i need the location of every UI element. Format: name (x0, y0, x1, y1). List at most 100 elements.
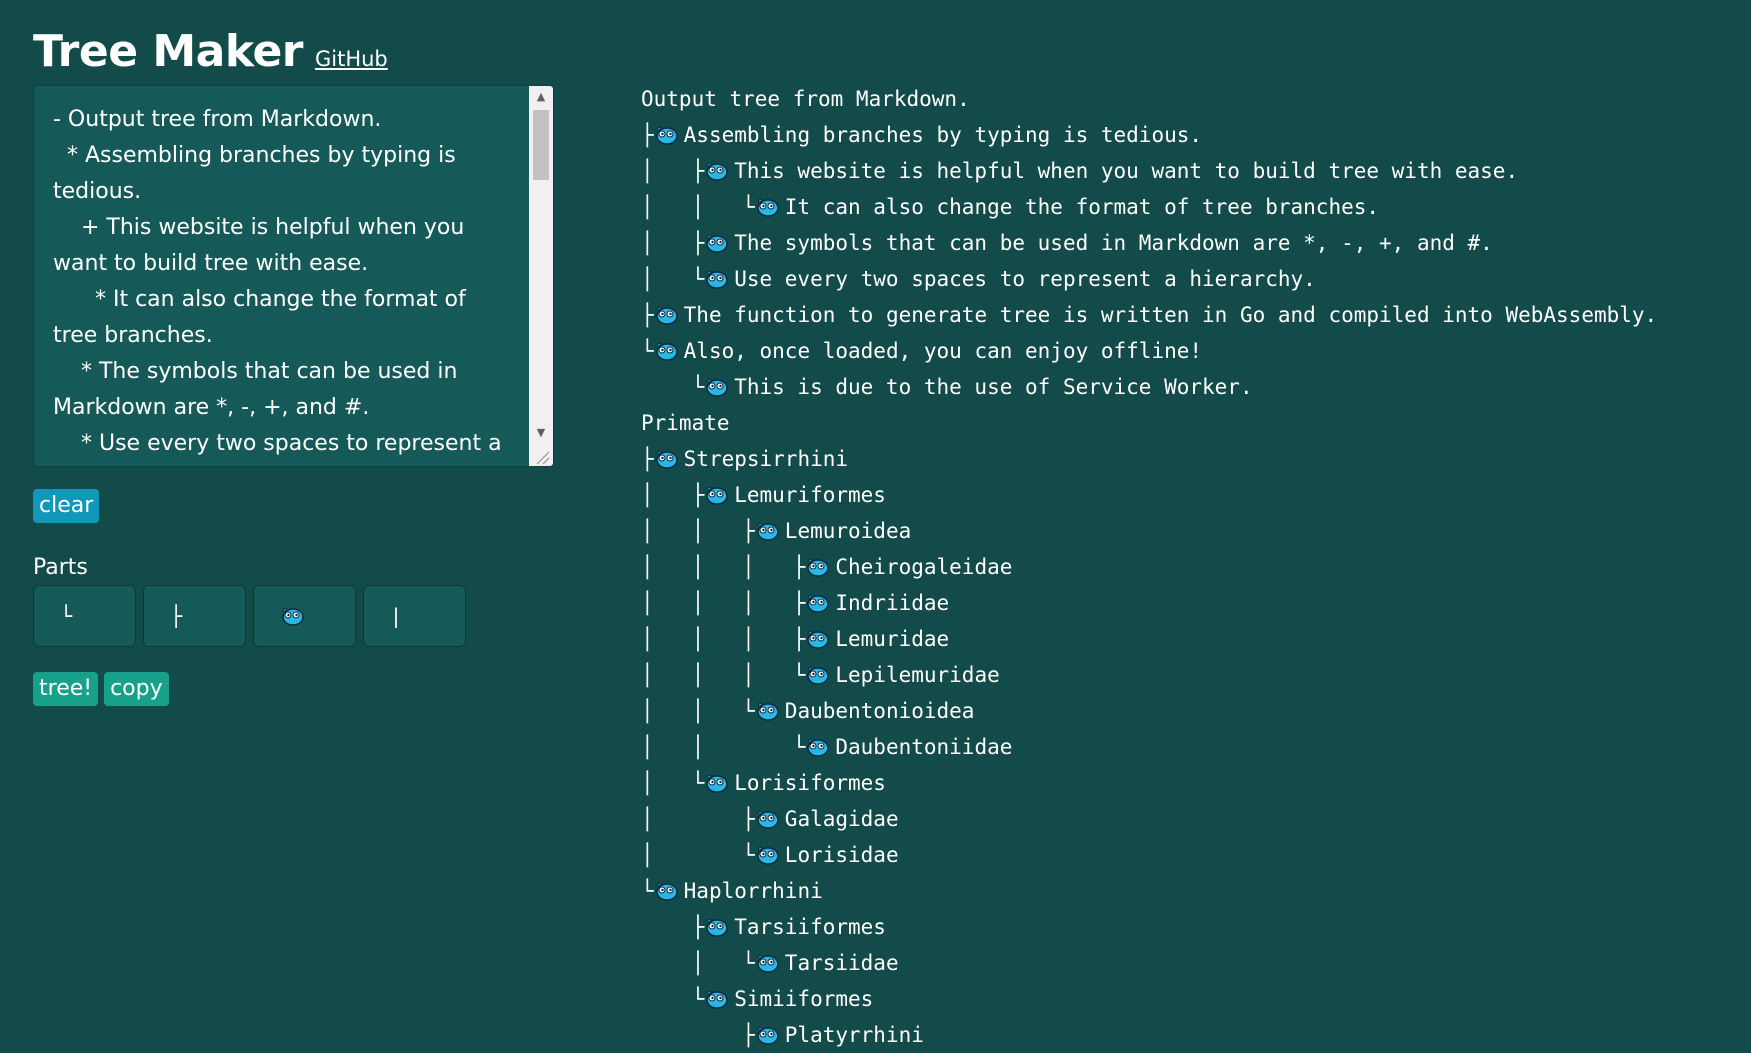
tree-line: │ │ │ ├ Indriidae (641, 585, 1657, 621)
go-gopher-icon (706, 234, 728, 253)
part-tee-button[interactable]: ├ (143, 585, 246, 647)
tree-branch-prefix: └ (641, 375, 705, 399)
tree-line: └ Simiiformes (641, 981, 1657, 1017)
scroll-thumb[interactable] (533, 110, 549, 180)
tree-line: Primate (641, 405, 1657, 441)
tree-node-label: It can also change the format of tree br… (784, 195, 1380, 219)
go-gopher-icon (807, 738, 830, 757)
tree-node-label: Platyrrhini (784, 1023, 924, 1047)
tree-output: Output tree from Markdown. ├ Assembling br… (641, 81, 1657, 1053)
go-gopher-icon (807, 594, 830, 613)
tree-branch-prefix: │ ├ (641, 159, 705, 183)
part-corner-symbol: └ (60, 604, 73, 628)
tree-branch-prefix: ├ (641, 123, 654, 147)
tree-branch-prefix: └ (641, 987, 705, 1011)
tree-branch-prefix: │ ├ (641, 483, 705, 507)
tree-branch-prefix: ├ (641, 447, 654, 471)
tree-branch-prefix: │ │ └ (641, 699, 755, 723)
tree-line: │ │ │ ├ Cheirogaleidae (641, 549, 1657, 585)
tree-branch-prefix: │ │ │ ├ (641, 627, 806, 651)
tree-line: │ └ Lorisidae (641, 837, 1657, 873)
tree-branch-prefix: ├ (641, 915, 705, 939)
go-gopher-icon (706, 486, 728, 505)
tree-node-label: This is due to the use of Service Worker… (734, 375, 1253, 399)
tree-branch-prefix: │ │ ├ (641, 519, 755, 543)
tree-line: ├ Assembling branches by typing is tediou… (641, 117, 1657, 153)
tree-node-label: Lemuriformes (734, 483, 886, 507)
clear-button[interactable]: clear (33, 489, 100, 523)
tree-line: │ │ │ ├ Lemuridae (641, 621, 1657, 657)
header: Tree Maker GitHub (33, 26, 388, 82)
tree-node-label: Assembling branches by typing is tedious… (683, 123, 1203, 147)
copy-button[interactable]: copy (104, 672, 169, 706)
tree-node-label: Galagidae (784, 807, 899, 831)
go-gopher-icon (706, 270, 728, 289)
tree-button[interactable]: tree! (33, 672, 99, 706)
tree-node-label: Daubentoniidae (835, 735, 1013, 759)
tree-node-label: Output tree from Markdown. (641, 87, 970, 111)
tree-line: │ │ │ └ Lepilemuridae (641, 657, 1657, 693)
tree-line: ├ Tarsiiformes (641, 909, 1657, 945)
go-gopher-icon (807, 558, 830, 577)
tree-line: │ │ └ Daubentoniidae (641, 729, 1657, 765)
github-link[interactable]: GitHub (315, 47, 388, 71)
tree-node-label: Lemuroidea (784, 519, 912, 543)
go-gopher-icon (757, 810, 779, 829)
go-gopher-icon (655, 882, 678, 901)
tree-node-label: Strepsirrhini (683, 447, 849, 471)
scroll-up-arrow-icon[interactable]: ▲ (529, 86, 553, 108)
tree-node-label: The symbols that can be used in Markdown… (734, 231, 1493, 255)
tree-node-label: Lorisiformes (734, 771, 886, 795)
markdown-input-text[interactable]: - Output tree from Markdown. * Assemblin… (53, 102, 508, 462)
go-gopher-icon (282, 607, 304, 626)
tree-node-label: Cheirogaleidae (835, 555, 1013, 579)
go-gopher-icon (655, 450, 678, 469)
tree-node-label: Also, once loaded, you can enjoy offline… (683, 339, 1203, 363)
part-gopher-button[interactable] (253, 585, 356, 647)
tree-node-label: Indriidae (835, 591, 950, 615)
tree-line: │ │ └ It can also change the format of tr… (641, 189, 1657, 225)
tree-branch-prefix: │ └ (641, 951, 755, 975)
tree-branch-prefix: └ (641, 879, 654, 903)
editor-scrollbar[interactable]: ▲ ▼ (529, 86, 553, 466)
tree-line: ├ The function to generate tree is writte… (641, 297, 1657, 333)
tree-line: ├ Strepsirrhini (641, 441, 1657, 477)
tree-node-label: The function to generate tree is written… (683, 303, 1658, 327)
tree-node-label: Primate (641, 411, 730, 435)
part-vertical-button[interactable]: | (363, 585, 466, 647)
tree-node-label: Lemuridae (835, 627, 950, 651)
tree-line: │ ├ The symbols that can be used in Markd… (641, 225, 1657, 261)
tree-branch-prefix: │ │ └ (641, 195, 755, 219)
scroll-down-arrow-icon[interactable]: ▼ (529, 422, 553, 444)
tree-line: │ │ ├ Lemuroidea (641, 513, 1657, 549)
part-corner-button[interactable]: └ (33, 585, 136, 647)
tree-node-label: Lepilemuridae (835, 663, 1000, 687)
go-gopher-icon (655, 342, 678, 361)
tree-branch-prefix: ├ (641, 1023, 755, 1047)
go-gopher-icon (757, 198, 779, 217)
go-gopher-icon (757, 846, 779, 865)
tree-branch-prefix: │ └ (641, 267, 705, 291)
tree-node-label: Use every two spaces to represent a hier… (734, 267, 1316, 291)
tree-line: │ │ └ Daubentonioidea (641, 693, 1657, 729)
go-gopher-icon (706, 990, 728, 1009)
tree-branch-prefix: │ │ │ ├ (641, 591, 806, 615)
go-gopher-icon (757, 522, 779, 541)
markdown-input-editor[interactable]: - Output tree from Markdown. * Assemblin… (33, 85, 554, 467)
tree-line: │ └ Tarsiidae (641, 945, 1657, 981)
tree-node-label: Tarsiiformes (734, 915, 886, 939)
parts-palette: └ ├ | (33, 585, 466, 647)
go-gopher-icon (757, 954, 779, 973)
tree-line: └ This is due to the use of Service Worke… (641, 369, 1657, 405)
go-gopher-icon (757, 702, 779, 721)
tree-node-label: Haplorrhini (683, 879, 823, 903)
go-gopher-icon (655, 126, 678, 145)
tree-line: ├ Platyrrhini (641, 1017, 1657, 1053)
tree-line: │ ├ Galagidae (641, 801, 1657, 837)
go-gopher-icon (807, 666, 830, 685)
resize-grip-icon[interactable] (529, 444, 553, 466)
part-tee-symbol: ├ (170, 604, 183, 628)
tree-line: │ ├ Lemuriformes (641, 477, 1657, 513)
go-gopher-icon (655, 306, 678, 325)
tree-branch-prefix: │ └ (641, 843, 755, 867)
